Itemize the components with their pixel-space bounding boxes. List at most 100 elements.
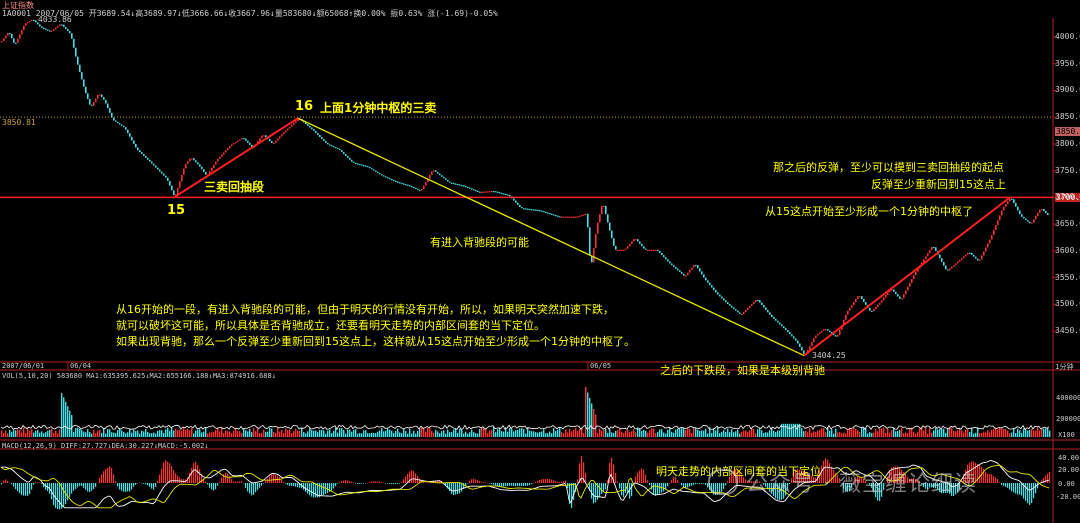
price-candle (781, 324, 783, 327)
price-candle (279, 136, 281, 139)
volume-bar (789, 423, 791, 437)
volume-bar (305, 433, 307, 437)
volume-bar (803, 431, 805, 437)
price-candle (507, 194, 509, 196)
price-candle (567, 216, 569, 218)
price-candle (323, 138, 325, 141)
price-candle (339, 148, 341, 151)
volume-bar (427, 427, 429, 437)
volume-bar (485, 429, 487, 437)
volume-bar (475, 433, 477, 437)
price-candle (307, 124, 309, 126)
macd-bar (69, 483, 71, 497)
price-candle (35, 20, 37, 23)
price-candle (799, 343, 801, 347)
price-candle (695, 264, 697, 267)
price-candle (905, 290, 907, 295)
volume-bar (1019, 430, 1021, 437)
price-candle (525, 208, 527, 210)
macd-bar (453, 483, 455, 495)
volume-bar (575, 427, 577, 437)
price-candle (233, 143, 235, 145)
macd-bar (649, 483, 651, 486)
price-candle (945, 265, 947, 270)
volume-bar (333, 430, 335, 437)
volume-bar (1025, 429, 1027, 437)
price-candle (477, 190, 479, 193)
macd-bar (375, 481, 377, 483)
macd-bar (327, 483, 329, 493)
volume-bar (775, 432, 777, 437)
volume-bar (263, 429, 265, 437)
price-candle (317, 132, 319, 135)
volume-bar (931, 432, 933, 437)
macd-bar (1047, 473, 1049, 483)
volume-bar (515, 430, 517, 437)
volume-bar (387, 428, 389, 437)
macd-bar (1029, 483, 1031, 505)
macd-bar (197, 464, 199, 483)
price-candle (629, 243, 631, 247)
macd-bar (125, 483, 127, 492)
macd-bar (107, 467, 109, 483)
volume-bar (747, 431, 749, 437)
macd-bar (217, 483, 219, 486)
price-candle (965, 254, 967, 257)
macd-bar (233, 481, 235, 483)
price-candle (463, 185, 465, 187)
price-candle (795, 338, 797, 341)
price-candle (827, 329, 829, 331)
macd-bar (529, 483, 531, 486)
macd-bar (473, 478, 475, 483)
vol-tick-400k: 400000 (1056, 394, 1080, 402)
macd-bar (521, 483, 523, 486)
macd-bar (687, 483, 689, 488)
macd-bar (1007, 483, 1009, 488)
macd-bar (397, 483, 399, 484)
volume-bar (913, 431, 915, 437)
macd-bar (553, 480, 555, 483)
price-candle (81, 72, 83, 80)
price-candle (379, 173, 381, 175)
macd-bar (615, 473, 617, 483)
price-candle (703, 274, 705, 278)
price-candle (505, 193, 507, 196)
volume-bar (477, 433, 479, 437)
price-candle (457, 184, 459, 186)
price-candle (437, 171, 439, 174)
macd-bar (255, 483, 257, 493)
volume-bar (165, 429, 167, 437)
price-candle (939, 254, 941, 259)
volume-bar (559, 427, 561, 437)
price-candle (369, 166, 371, 169)
price-candle (223, 152, 225, 155)
price-candle (739, 312, 741, 315)
price-candle (681, 272, 683, 274)
price-candle (989, 239, 991, 244)
volume-bar (363, 430, 365, 437)
volume-bar (223, 433, 225, 437)
volume-bar (9, 429, 11, 437)
price-candle (849, 307, 851, 311)
macd-bar (469, 480, 471, 483)
macd-bar (367, 482, 369, 484)
volume-bar (671, 431, 673, 437)
point-16-desc: 上面1分钟中枢的三卖 (320, 101, 437, 115)
price-tick-label: 4000.0 (1055, 32, 1080, 41)
price-candle (813, 338, 815, 343)
volume-bar (501, 431, 503, 437)
volume-bar (319, 429, 321, 437)
price-candle (693, 264, 695, 268)
macd-bar (491, 483, 493, 485)
macd-bar (215, 483, 217, 490)
price-candle (489, 191, 491, 193)
macd-tick-20: 20.00 (1058, 466, 1080, 474)
volume-bar (355, 429, 357, 437)
volume-bar (941, 428, 943, 437)
volume-bar (805, 430, 807, 437)
volume-bar (673, 432, 675, 437)
macd-bar (411, 470, 413, 483)
price-candle (903, 294, 905, 299)
price-candle (857, 296, 859, 300)
volume-bar (955, 431, 957, 437)
